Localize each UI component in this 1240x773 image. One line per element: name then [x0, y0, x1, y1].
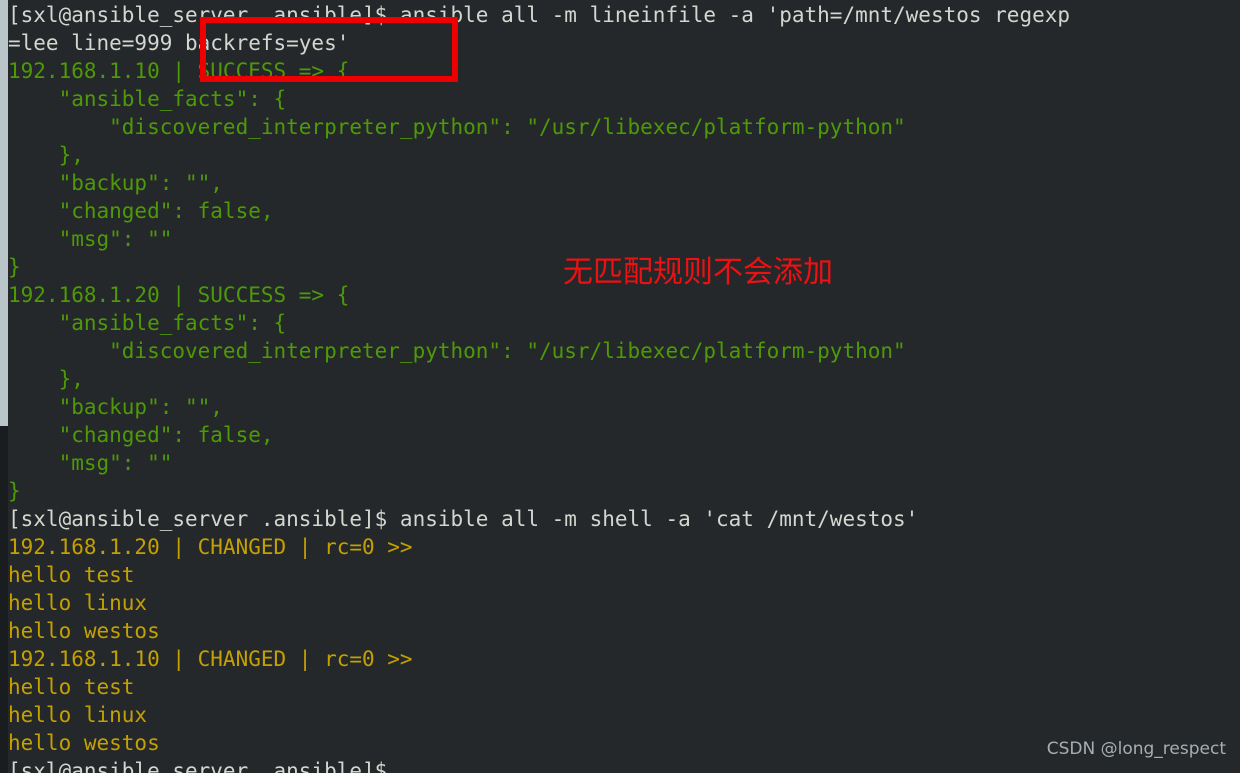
terminal-line: "changed": false, — [8, 423, 274, 447]
terminal-line: }, — [8, 367, 84, 391]
terminal-line: "ansible_facts": { — [8, 87, 287, 111]
terminal-line: "backup": "", — [8, 395, 223, 419]
terminal-line: "msg": "" — [8, 451, 173, 475]
terminal-line: hello linux — [8, 703, 148, 727]
terminal-line: "discovered_interpreter_python": "/usr/l… — [8, 339, 906, 363]
terminal-line: hello test — [8, 675, 135, 699]
terminal-line: "backup": "", — [8, 171, 223, 195]
terminal-line: 192.168.1.20 | CHANGED | rc=0 >> — [8, 535, 413, 559]
terminal-line: =lee line=999 backrefs=yes' — [8, 31, 350, 55]
terminal-line: "changed": false, — [8, 199, 274, 223]
terminal-line: [sxl@ansible_server .ansible]$ ansible a… — [8, 507, 919, 531]
terminal-line: "msg": "" — [8, 227, 173, 251]
terminal-output: [sxl@ansible_server .ansible]$ ansible a… — [8, 1, 1240, 773]
csdn-watermark: CSDN @long_respect — [1046, 739, 1226, 759]
terminal-line: hello linux — [8, 591, 148, 615]
scrollbar-track[interactable] — [0, 0, 8, 773]
terminal-line: hello westos — [8, 619, 160, 643]
terminal-window[interactable]: [sxl@ansible_server .ansible]$ ansible a… — [0, 0, 1240, 773]
red-annotation-text: 无匹配规则不会添加 — [563, 255, 833, 290]
terminal-line: hello test — [8, 563, 135, 587]
terminal-line: "ansible_facts": { — [8, 311, 287, 335]
terminal-line: 192.168.1.10 | CHANGED | rc=0 >> — [8, 647, 413, 671]
terminal-line: 192.168.1.10 | SUCCESS => { — [8, 59, 350, 83]
terminal-line: } — [8, 479, 21, 503]
terminal-line: "discovered_interpreter_python": "/usr/l… — [8, 115, 906, 139]
scrollbar-thumb[interactable] — [0, 0, 8, 426]
terminal-line: }, — [8, 143, 84, 167]
terminal-line: [sxl@ansible_server .ansible]$ ansible a… — [8, 3, 1071, 27]
